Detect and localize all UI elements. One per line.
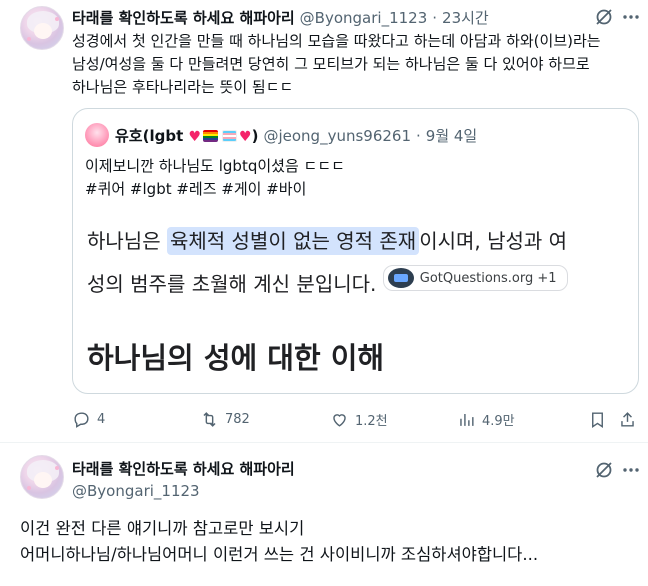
grok-icon[interactable] — [592, 6, 616, 28]
retweet-icon — [203, 412, 216, 427]
grok-icon[interactable] — [592, 459, 616, 481]
divider — [0, 442, 648, 443]
more-icon[interactable] — [620, 459, 642, 481]
retweet-count: 782 — [225, 412, 250, 427]
source-chip: GotQuestions.org +1 — [382, 265, 568, 291]
views-count: 4.9만 — [482, 414, 515, 429]
heart-icon: ♥ — [239, 129, 252, 145]
share-button[interactable] — [618, 410, 637, 429]
tweet-text-line: 이건 완전 다른 얘기니까 참고로만 보시기 — [20, 519, 305, 538]
rainbow-flag-icon — [203, 130, 219, 142]
reply-count: 4 — [97, 412, 106, 427]
heart-icon: ♥ — [188, 129, 202, 145]
reply-icon — [74, 412, 89, 428]
quote-display-name[interactable]: 유호(lgbt ♥ ♥) — [115, 125, 258, 146]
snippet-heading: 하나님의 성에 대한 이해 — [87, 341, 385, 375]
like-button[interactable]: 1.2천 — [330, 410, 388, 429]
separator: · — [416, 127, 421, 145]
handle[interactable]: @Byongari_1123 — [300, 9, 428, 27]
quote-avatar[interactable] — [85, 123, 109, 147]
share-icon — [621, 412, 634, 427]
action-bar: 4 782 1.2천 4.9만 — [72, 410, 639, 434]
like-count: 1.2천 — [355, 414, 388, 429]
tweet-text-line: 성경에서 첫 인간을 만들 때 하나님의 모습을 따왔다고 하는데 아담과 하와… — [72, 32, 601, 50]
bookmark-icon — [592, 412, 603, 428]
snippet-text: 하나님은 — [87, 229, 161, 253]
heart-icon — [333, 414, 346, 427]
display-name[interactable]: 타래를 확인하도록 하세요 해파아리 — [72, 7, 295, 28]
timestamp[interactable]: 23시간 — [442, 7, 489, 28]
quote-handle[interactable]: @jeong_yuns96261 — [263, 127, 411, 145]
avatar[interactable] — [20, 6, 64, 50]
views-button[interactable]: 4.9만 — [457, 410, 515, 429]
quote-hashtags[interactable]: #퀴어 #lgbt #레즈 #게이 #바이 — [85, 178, 345, 201]
tweet-text-line: 하나님은 후타나리라는 뜻이 됨ㄷㄷ — [72, 78, 294, 96]
display-name[interactable]: 타래를 확인하도록 하세요 해파아리 — [72, 458, 295, 479]
more-icon[interactable] — [620, 6, 642, 28]
tweet-text-line: 어머니하나님/하나님어머니 이런거 쓰는 건 사이비니까 조심하셔야합니다... — [20, 545, 539, 564]
snippet-highlight: 육체적 성별이 없는 영적 존재 — [166, 227, 420, 255]
trans-flag-icon — [222, 130, 238, 142]
quote-text-line: 이제보니깐 하나님도 lgbtq이셨음 ㄷㄷㄷ — [85, 157, 345, 175]
views-icon — [460, 413, 474, 426]
snippet-text: 이시며, 남성과 여 — [419, 229, 568, 253]
retweet-button[interactable]: 782 — [200, 410, 250, 429]
gotquestions-icon — [387, 268, 414, 288]
quote-media-image[interactable]: 하나님은 육체적 성별이 없는 영적 존재 이시며, 남성과 여 성의 범주를 초… — [73, 211, 638, 393]
bookmark-button[interactable] — [588, 410, 607, 429]
quote-date[interactable]: 9월 4일 — [426, 125, 477, 146]
handle[interactable]: @Byongari_1123 — [72, 482, 295, 500]
tweet-text-line: 남성/여성을 둘 다 만들려면 당연히 그 모티브가 되는 하나님은 둘 다 있… — [72, 55, 590, 73]
snippet-text: 성의 범주를 초월해 계신 분입니다. — [87, 272, 377, 296]
avatar[interactable] — [20, 455, 64, 499]
quoted-tweet[interactable]: 유호(lgbt ♥ ♥) @jeong_yuns96261 · 9월 4일 이제보… — [72, 108, 639, 394]
separator: · — [432, 9, 438, 27]
reply-button[interactable]: 4 — [72, 410, 105, 429]
